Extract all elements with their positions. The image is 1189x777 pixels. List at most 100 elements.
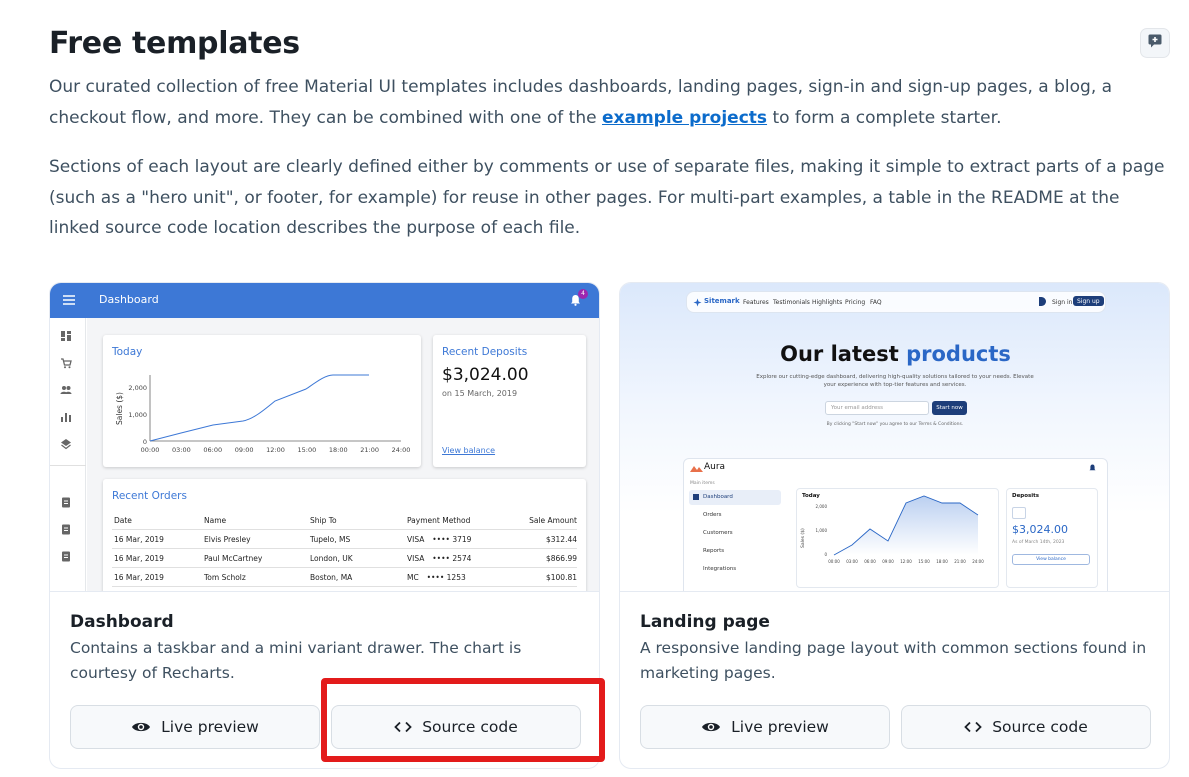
dashboard-nav-icon <box>693 494 699 500</box>
x-tick: 12:00 <box>266 446 285 454</box>
view-balance-button: View balance <box>1012 554 1090 565</box>
people-icon <box>60 386 72 394</box>
nav-item: Highlights <box>812 298 843 306</box>
x-tick: 03:00 <box>172 446 191 454</box>
live-preview-button[interactable]: Live preview <box>640 705 890 749</box>
nav-item: Features <box>743 298 769 306</box>
side-item-label: Orders <box>703 512 722 518</box>
comment-add-icon <box>1147 33 1163 53</box>
landing-navbar: Sitemark Features Testimonials Highlight… <box>686 291 1106 313</box>
table-cell: $312.44 <box>545 535 577 544</box>
live-preview-label: Live preview <box>731 718 829 736</box>
eye-icon <box>131 720 151 734</box>
recent-deposits-panel: Recent Deposits $3,024.00 on 15 March, 2… <box>433 335 586 467</box>
table-cell: VISA ⠀•••• 2574 <box>407 554 472 563</box>
side-item-label: Customers <box>703 530 733 536</box>
x-tick: 24:00 <box>972 559 984 564</box>
landing-sales-chart: Sales ($) 2,000 1,000 0 00:00 03:00 06:00 0… <box>800 495 984 564</box>
table-cell: MC ⠀•••• 1253 <box>407 573 466 582</box>
table-header-row: Date Name Ship To Payment Method Sale Amount <box>112 511 577 530</box>
landing-hero-title: Our latest products <box>780 342 1011 366</box>
recent-orders-panel: Recent Orders Date Name Ship To Payment Met… <box>103 479 586 591</box>
y-tick: 2,000 <box>816 504 828 509</box>
sales-line <box>149 374 369 442</box>
live-preview-button[interactable]: Live preview <box>70 705 320 749</box>
deposits-title: Deposits <box>1012 493 1040 499</box>
bell-icon <box>1089 464 1096 471</box>
x-tick: 06:00 <box>864 559 876 564</box>
landing-page-thumbnail[interactable]: Sitemark Features Testimonials Highlight… <box>620 283 1169 592</box>
x-tick: 15:00 <box>918 559 930 564</box>
nav-item: FAQ <box>870 298 882 306</box>
example-projects-link[interactable]: example projects <box>602 108 767 128</box>
view-balance-link[interactable]: View balance <box>442 446 495 455</box>
table-header-cell: Sale Amount <box>529 516 577 525</box>
table-cell: 16 Mar, 2019 <box>114 554 164 563</box>
x-tick: 21:00 <box>954 559 966 564</box>
today-chart-panel: Today Sales ($) 2,000 1,000 0 00:00 03:00… <box>103 335 421 467</box>
dashboard-mini-drawer <box>50 318 86 591</box>
source-code-button[interactable]: Source code <box>901 705 1151 749</box>
landing-page-card: Sitemark Features Testimonials Highlight… <box>619 282 1170 769</box>
y-tick: 2,000 <box>128 384 147 392</box>
table-cell: Tom Scholz <box>204 573 246 582</box>
x-tick: 18:00 <box>936 559 948 564</box>
sales-chart: Sales ($) 2,000 1,000 0 00:00 03:00 06:00 0… <box>115 374 410 454</box>
menu-icon <box>63 295 75 305</box>
table-cell: VISA ⠀•••• 3719 <box>407 535 472 544</box>
table-row: 16 Mar, 2019 Paul McCartney London, UK VISA… <box>112 549 577 568</box>
sign-in-link: Sign in <box>1052 298 1073 306</box>
table-cell: Paul McCartney <box>204 554 263 563</box>
orders-table: Date Name Ship To Payment Method Sale Amount… <box>112 511 577 587</box>
x-tick: 21:00 <box>360 446 379 454</box>
x-tick: 06:00 <box>203 446 222 454</box>
dashboard-main: Today Sales ($) 2,000 1,000 0 00:00 03:00… <box>87 318 599 591</box>
dashboard-appbar-title: Dashboard <box>99 293 159 306</box>
x-tick: 09:00 <box>235 446 254 454</box>
x-tick: 00:00 <box>828 559 840 564</box>
assignment-icon <box>62 524 70 535</box>
side-item-label: Reports <box>703 548 725 554</box>
deposits-amount: $3,024.00 <box>1012 523 1068 536</box>
table-row: 16 Mar, 2019 Tom Scholz Boston, MA MC ⠀••••… <box>112 568 577 587</box>
aura-logo-icon <box>690 466 703 472</box>
deposits-date: As of March 14th, 2023 <box>1012 540 1065 545</box>
y-axis-label: Sales ($) <box>115 392 124 425</box>
y-tick: 1,000 <box>816 528 828 533</box>
nav-item: Pricing <box>845 298 866 306</box>
email-input: Your email address <box>825 401 929 415</box>
deposits-date: on 15 March, 2019 <box>442 389 518 398</box>
assignment-icon <box>62 551 70 562</box>
side-item-label: Dashboard <box>703 494 733 500</box>
nav-item: Testimonials <box>773 298 810 306</box>
x-tick: 12:00 <box>900 559 912 564</box>
table-cell: 16 Mar, 2019 <box>114 573 164 582</box>
table-cell: Elvis Presley <box>204 535 251 544</box>
deposits-amount: $3,024.00 <box>442 365 529 385</box>
bar-chart-icon <box>61 413 71 422</box>
y-tick: 0 <box>143 438 147 446</box>
start-now-button: Start now <box>932 401 967 415</box>
feedback-button[interactable] <box>1140 28 1170 58</box>
card-title: Dashboard <box>70 612 174 632</box>
table-header-cell: Ship To <box>310 516 337 525</box>
highlight-box <box>321 678 605 762</box>
x-tick: 18:00 <box>329 446 348 454</box>
dashboard-thumbnail[interactable]: Dashboard 4 Today Sales ($) 2,000 1,000 … <box>50 283 599 592</box>
x-tick: 00:00 <box>141 446 160 454</box>
page-title: Free templates <box>49 26 300 61</box>
table-cell: $100.81 <box>545 573 577 582</box>
table-header-cell: Date <box>114 516 132 525</box>
x-tick: 09:00 <box>882 559 894 564</box>
deposits-panel <box>1006 488 1098 588</box>
y-tick: 1,000 <box>128 411 147 419</box>
source-code-label: Source code <box>992 718 1088 736</box>
landing-brand: Sitemark <box>704 297 740 305</box>
terms-text: By clicking "Start now" you agree to our… <box>826 422 964 427</box>
x-tick: 03:00 <box>846 559 858 564</box>
live-preview-label: Live preview <box>161 718 259 736</box>
layers-icon <box>61 439 71 450</box>
table-cell: $866.99 <box>545 554 577 563</box>
sales-area <box>834 496 978 555</box>
cart-icon <box>61 358 72 369</box>
